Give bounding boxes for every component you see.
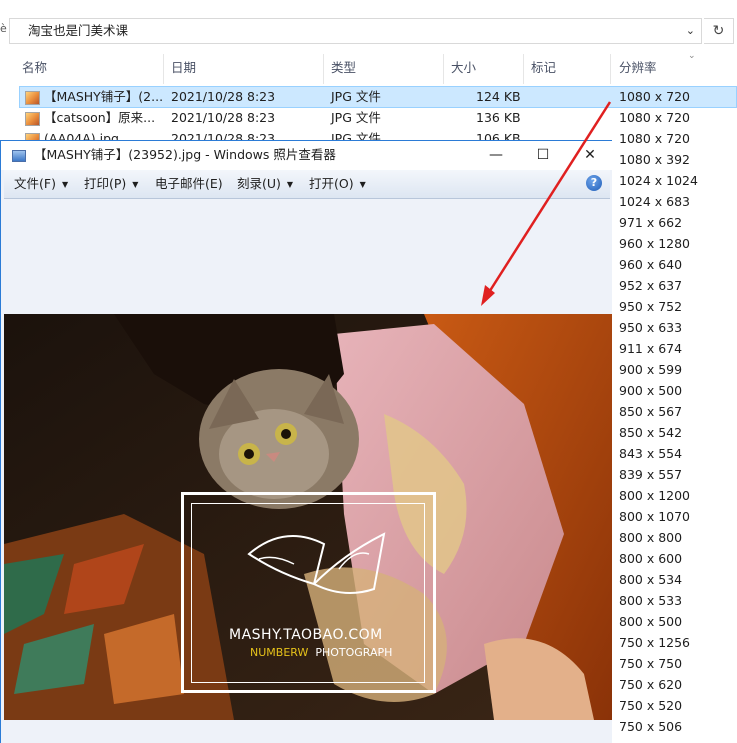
- file-name[interactable]: 【catsoon】原来...: [44, 108, 155, 128]
- menu-file[interactable]: 文件(F) ▼: [14, 170, 68, 199]
- image-file-icon: [25, 91, 40, 105]
- resolution-cell: 971 x 662: [619, 215, 683, 230]
- resolution-cell: 1080 x 392: [619, 152, 691, 167]
- dropdown-arrow-icon: ▼: [286, 180, 294, 189]
- resolution-cell: 800 x 800: [619, 530, 683, 545]
- resolution-cell: 900 x 500: [619, 383, 683, 398]
- resolution-cell: 800 x 1200: [619, 488, 691, 503]
- menu-email[interactable]: 电子邮件(E): [155, 170, 223, 198]
- resolution-cell: 800 x 500: [619, 614, 683, 629]
- resolution-cell: 900 x 599: [619, 362, 683, 377]
- menu-open[interactable]: 打开(O) ▼: [309, 170, 366, 199]
- file-date: 2021/10/28 8:23: [171, 89, 276, 104]
- dropdown-arrow-icon: ▼: [359, 180, 366, 189]
- minimize-button[interactable]: —: [473, 141, 519, 169]
- column-divider[interactable]: [443, 54, 444, 84]
- chevron-down-icon[interactable]: ⌄: [686, 19, 695, 43]
- watermark-brand-white: PHOTOGRAPH: [315, 646, 393, 659]
- menu-burn[interactable]: 刻录(U) ▼: [237, 170, 293, 199]
- address-bar[interactable]: 淘宝也是门美术课 ⌄: [9, 18, 702, 44]
- menu-file-label: 文件(F): [14, 176, 56, 191]
- menu-print[interactable]: 打印(P) ▼: [84, 170, 138, 199]
- column-divider[interactable]: [610, 54, 611, 84]
- sort-chevron-icon: ⌄: [688, 51, 696, 61]
- resolution-cell: 843 x 554: [619, 446, 683, 461]
- watermark-brand-yellow: NUMBERW: [250, 646, 309, 659]
- menu-burn-label: 刻录(U): [237, 176, 281, 191]
- resolution-cell: 950 x 752: [619, 299, 683, 314]
- dropdown-arrow-icon: ▼: [61, 180, 69, 189]
- resolution-cell: 1024 x 683: [619, 194, 691, 209]
- watermark-site: MASHY.TAOBAO.COM: [229, 627, 383, 643]
- resolution-cell: 750 x 520: [619, 698, 683, 713]
- photo-viewer-app-icon: [12, 150, 26, 162]
- file-size: 136 KB: [476, 110, 521, 125]
- file-date: 2021/10/28 8:23: [171, 110, 276, 125]
- file-type: JPG 文件: [331, 110, 381, 125]
- column-divider[interactable]: [163, 54, 164, 84]
- resolution-cell: 1024 x 1024: [619, 173, 698, 188]
- column-tag[interactable]: 标记: [531, 54, 556, 84]
- resolution-cell: 960 x 1280: [619, 236, 691, 251]
- resolution-cell: 750 x 1256: [619, 635, 691, 650]
- file-name[interactable]: 【MASHY铺子】(2...: [44, 87, 163, 107]
- menu-print-label: 打印(P): [84, 176, 127, 191]
- refresh-button[interactable]: ↻: [704, 18, 734, 44]
- dropdown-arrow-icon: ▼: [132, 180, 139, 189]
- column-size[interactable]: 大小: [451, 54, 476, 84]
- column-resolution[interactable]: 分辨率: [619, 54, 657, 84]
- viewer-title-bar[interactable]: 【MASHY铺子】(23952).jpg - Windows 照片查看器 — ☐…: [1, 140, 612, 170]
- file-type: JPG 文件: [331, 89, 381, 104]
- resolution-cell: 850 x 542: [619, 425, 683, 440]
- resolution-cell: 1080 x 720: [619, 110, 691, 125]
- resolution-cell: 911 x 674: [619, 341, 683, 356]
- resolution-cell: 960 x 640: [619, 257, 683, 272]
- resolution-cell: 952 x 637: [619, 278, 683, 293]
- resolution-cell: 839 x 557: [619, 467, 683, 482]
- photo-viewer-window[interactable]: 【MASHY铺子】(23952).jpg - Windows 照片查看器 — ☐…: [0, 140, 612, 743]
- watermark-brand: NUMBERW PHOTOGRAPH: [250, 646, 392, 659]
- resolution-cell: 750 x 506: [619, 719, 683, 734]
- column-divider[interactable]: [323, 54, 324, 84]
- resolution-cell: 950 x 633: [619, 320, 683, 335]
- resolution-cell: 800 x 534: [619, 572, 683, 587]
- refresh-icon: ↻: [712, 23, 725, 39]
- resolution-cell: 750 x 750: [619, 656, 683, 671]
- resolution-cell: 800 x 1070: [619, 509, 691, 524]
- menu-email-label: 电子邮件(E): [155, 176, 223, 191]
- resolution-cell: 800 x 533: [619, 593, 683, 608]
- menu-open-label: 打开(O): [309, 176, 354, 191]
- resolution-cell: 850 x 567: [619, 404, 683, 419]
- resolution-cell: 750 x 620: [619, 677, 683, 692]
- address-path[interactable]: 淘宝也是门美术课: [28, 19, 128, 43]
- close-button[interactable]: ✕: [567, 141, 612, 169]
- image-file-icon: [25, 112, 40, 126]
- column-divider[interactable]: [523, 54, 524, 84]
- address-edge-glyph: è: [0, 22, 7, 35]
- column-type[interactable]: 类型: [331, 54, 356, 84]
- maximize-button[interactable]: ☐: [520, 141, 566, 169]
- viewer-menu-bar: 文件(F) ▼ 打印(P) ▼ 电子邮件(E) 刻录(U) ▼ 打开(O) ▼ ?: [4, 170, 610, 199]
- help-icon[interactable]: ?: [586, 175, 602, 191]
- column-name[interactable]: 名称: [22, 54, 47, 84]
- resolution-cell: 1080 x 720: [619, 89, 691, 104]
- resolution-cell: 800 x 600: [619, 551, 683, 566]
- viewer-title: 【MASHY铺子】(23952).jpg - Windows 照片查看器: [34, 147, 336, 162]
- column-date[interactable]: 日期: [171, 54, 196, 84]
- resolution-cell: 1080 x 720: [619, 131, 691, 146]
- file-size: 124 KB: [476, 89, 521, 104]
